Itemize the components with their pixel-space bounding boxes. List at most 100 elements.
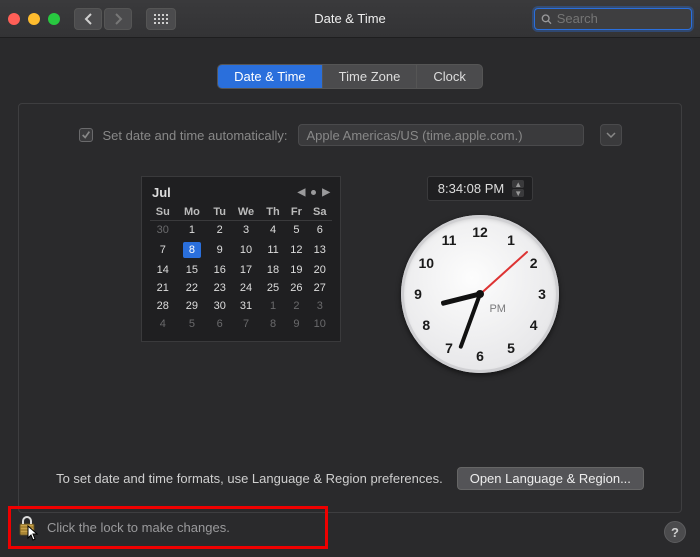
time-field[interactable]: 8:34:08 PM ▲ ▼ — [427, 176, 534, 201]
clock-number: 10 — [419, 255, 435, 271]
calendar-prev-icon[interactable]: ◀ — [298, 187, 306, 198]
time-server-field[interactable]: Apple Americas/US (time.apple.com.) — [298, 124, 584, 146]
forward-button[interactable] — [104, 8, 132, 30]
calendar-nav: ◀ ▶ — [298, 187, 330, 198]
calendar-weekday: We — [231, 204, 261, 221]
lock-row: Click the lock to make changes. — [8, 506, 328, 549]
calendar-day[interactable]: 8 — [176, 239, 209, 261]
calendar-day[interactable]: 18 — [261, 261, 285, 279]
auto-set-checkbox[interactable] — [79, 128, 93, 142]
window-title: Date & Time — [314, 11, 386, 26]
calendar-day[interactable]: 5 — [176, 315, 209, 333]
calendar-day[interactable]: 6 — [308, 221, 333, 240]
stepper-up-icon[interactable]: ▲ — [512, 180, 524, 188]
clock-ampm: PM — [489, 303, 506, 315]
calendar-day[interactable]: 25 — [261, 279, 285, 297]
calendar-day[interactable]: 2 — [208, 221, 231, 240]
calendar-day[interactable]: 9 — [208, 239, 231, 261]
tab-time-zone[interactable]: Time Zone — [323, 65, 418, 88]
calendar-day[interactable]: 14 — [150, 261, 176, 279]
search-input[interactable] — [557, 11, 685, 26]
calendar-day[interactable]: 19 — [285, 261, 307, 279]
clock-number: 5 — [507, 340, 515, 356]
clock-number: 1 — [507, 232, 515, 248]
calendar-weekday: Tu — [208, 204, 231, 221]
time-server-dropdown[interactable] — [600, 124, 622, 146]
zoom-window-button[interactable] — [48, 13, 60, 25]
calendar-day[interactable]: 16 — [208, 261, 231, 279]
calendar-day[interactable]: 28 — [150, 297, 176, 315]
cursor-icon — [27, 525, 41, 541]
lock-button[interactable] — [17, 515, 37, 540]
calendar-day[interactable]: 1 — [176, 221, 209, 240]
calendar-day[interactable]: 21 — [150, 279, 176, 297]
time-stepper[interactable]: ▲ ▼ — [512, 180, 524, 197]
calendar-month-label: Jul — [152, 185, 171, 200]
help-button[interactable]: ? — [664, 521, 686, 543]
calendar-day[interactable]: 11 — [261, 239, 285, 261]
calendar-grid: SuMoTuWeThFrSa 3012345678910111213141516… — [150, 204, 332, 333]
calendar-weekday: Mo — [176, 204, 209, 221]
calendar-day[interactable]: 4 — [150, 315, 176, 333]
checkmark-icon — [81, 130, 91, 140]
calendar-day[interactable]: 2 — [285, 297, 307, 315]
time-server-value: Apple Americas/US (time.apple.com.) — [299, 128, 531, 143]
back-button[interactable] — [74, 8, 102, 30]
calendar[interactable]: Jul ◀ ▶ SuMoTuWeThFrSa 30123456789101112… — [141, 176, 341, 342]
calendar-day[interactable]: 29 — [176, 297, 209, 315]
nav-buttons — [74, 8, 132, 30]
calendar-day[interactable]: 3 — [308, 297, 333, 315]
calendar-day[interactable]: 30 — [150, 221, 176, 240]
calendar-day[interactable]: 17 — [231, 261, 261, 279]
calendar-day[interactable]: 1 — [261, 297, 285, 315]
calendar-day[interactable]: 7 — [150, 239, 176, 261]
search-icon — [541, 13, 552, 25]
clock-number: 4 — [530, 317, 538, 333]
calendar-today-icon[interactable] — [311, 190, 316, 195]
calendar-day[interactable]: 13 — [308, 239, 333, 261]
open-language-region-button[interactable]: Open Language & Region... — [457, 467, 644, 490]
calendar-day[interactable]: 6 — [208, 315, 231, 333]
clock-number: 11 — [442, 232, 457, 248]
stepper-down-icon[interactable]: ▼ — [512, 189, 524, 197]
calendar-day[interactable]: 10 — [231, 239, 261, 261]
search-field[interactable] — [534, 8, 692, 30]
calendar-next-icon[interactable]: ▶ — [322, 187, 330, 198]
calendar-day[interactable]: 3 — [231, 221, 261, 240]
analog-clock: PM 121234567891011 — [401, 215, 559, 373]
clock-number: 2 — [530, 255, 538, 271]
calendar-day[interactable]: 5 — [285, 221, 307, 240]
tab-bar: Date & Time Time Zone Clock — [18, 64, 682, 89]
calendar-day[interactable]: 10 — [308, 315, 333, 333]
calendar-weekday: Sa — [308, 204, 333, 221]
calendar-day[interactable]: 22 — [176, 279, 209, 297]
window-controls — [8, 13, 60, 25]
calendar-day[interactable]: 15 — [176, 261, 209, 279]
calendar-day[interactable]: 31 — [231, 297, 261, 315]
clock-number: 12 — [472, 224, 488, 240]
clock-number: 8 — [422, 317, 430, 333]
calendar-day[interactable]: 23 — [208, 279, 231, 297]
lock-text: Click the lock to make changes. — [47, 520, 230, 535]
calendar-weekday: Fr — [285, 204, 307, 221]
second-hand — [479, 251, 528, 295]
tab-clock[interactable]: Clock — [417, 65, 482, 88]
calendar-day[interactable]: 8 — [261, 315, 285, 333]
close-window-button[interactable] — [8, 13, 20, 25]
calendar-day[interactable]: 20 — [308, 261, 333, 279]
calendar-day[interactable]: 7 — [231, 315, 261, 333]
calendar-day[interactable]: 24 — [231, 279, 261, 297]
minimize-window-button[interactable] — [28, 13, 40, 25]
calendar-day[interactable]: 12 — [285, 239, 307, 261]
grid-icon — [154, 14, 168, 24]
calendar-day[interactable]: 27 — [308, 279, 333, 297]
calendar-day[interactable]: 26 — [285, 279, 307, 297]
minute-hand — [458, 293, 482, 349]
calendar-day[interactable]: 9 — [285, 315, 307, 333]
calendar-weekday: Th — [261, 204, 285, 221]
show-all-button[interactable] — [146, 8, 176, 30]
tab-date-time[interactable]: Date & Time — [218, 65, 323, 88]
calendar-day[interactable]: 30 — [208, 297, 231, 315]
calendar-day[interactable]: 4 — [261, 221, 285, 240]
calendar-weekday: Su — [150, 204, 176, 221]
